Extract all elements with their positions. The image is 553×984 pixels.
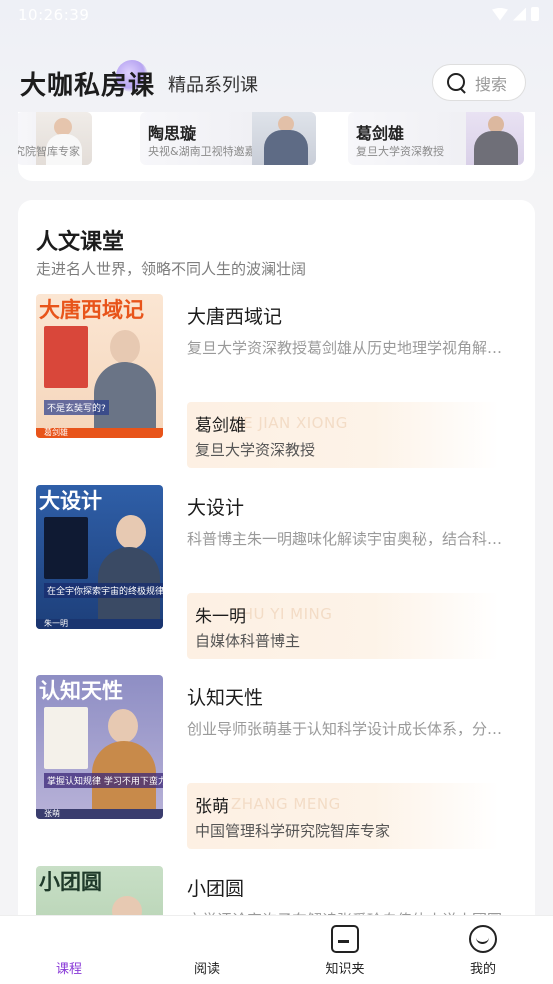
course-title: 认知天性 — [187, 687, 264, 709]
folder-icon — [331, 925, 359, 953]
book-image — [44, 707, 88, 769]
tab-label: 阅读 — [193, 962, 220, 977]
cover-author: 张萌 — [44, 809, 60, 818]
status-bar: 10:26:39 — [0, 0, 553, 32]
teacher-card[interactable]: 葛剑雄 复旦大学资深教授 — [348, 112, 524, 165]
course-description: 创业导师张萌基于认知科学设计成长体系，分享高效学习方法 — [187, 720, 517, 738]
lecturer-title: 自媒体科普博主 — [195, 632, 301, 650]
page-title: 大咖私房课 — [20, 71, 156, 101]
cover-title: 认知天性 — [39, 679, 123, 703]
lecturer-pinyin: ZHU YI MING — [231, 605, 333, 623]
cover-bottom-bar: 张萌 — [36, 809, 163, 819]
course-description: 科普博主朱一明趣味化解读宇宙奥秘，结合科学史讲述大设计 — [187, 530, 517, 548]
course-item[interactable]: 大唐西域记 不是玄奘写的? 葛剑雄 大唐西域记 复旦大学资深教授葛剑雄从历史地理… — [36, 294, 526, 468]
teacher-photo — [466, 112, 524, 165]
wifi-icon — [492, 7, 508, 21]
humanities-section: 人文课堂 走进名人世界，领略不同人生的波澜壮阔 大唐西域记 不是玄奘写的? 葛剑… — [18, 200, 535, 984]
cover-author: 葛剑雄 — [44, 428, 68, 437]
book-image — [44, 326, 88, 388]
lecturer-photo — [108, 709, 138, 743]
teacher-title: 央视&湖南卫视特邀嘉宾 — [148, 145, 267, 158]
lecturer-photo-body — [94, 362, 156, 428]
course-description: 复旦大学资深教授葛剑雄从历史地理学视角解读大唐西域记 — [187, 339, 517, 357]
teacher-carousel[interactable]: 究院智库专家 陶思璇 央视&湖南卫视特邀嘉宾 葛剑雄 复旦大学资深教授 — [18, 112, 535, 181]
cover-title: 大设计 — [39, 489, 102, 513]
book-image — [44, 517, 88, 579]
signal-icon — [513, 7, 526, 21]
teacher-name: 葛剑雄 — [356, 124, 405, 143]
tab-knowledge-folder[interactable]: 知识夹 — [295, 916, 395, 984]
tab-label: 课程 — [55, 962, 82, 977]
cover-tag: 不是玄奘写的? — [44, 400, 109, 415]
header: 大咖私房课 精品系列课 搜索 — [0, 55, 553, 110]
course-cover: 大唐西域记 不是玄奘写的? 葛剑雄 — [36, 294, 163, 438]
search-button[interactable]: 搜索 — [432, 64, 526, 101]
section-title: 人文课堂 — [36, 230, 125, 255]
lecturer-photo — [116, 515, 146, 549]
lecturer-photo — [110, 330, 140, 364]
teacher-title: 复旦大学资深教授 — [356, 145, 444, 158]
lecturer-card: ZHU YI MING 朱一明 自媒体科普博主 — [187, 593, 499, 659]
lecturer-title: 复旦大学资深教授 — [195, 441, 316, 459]
teacher-title: 究院智库专家 — [18, 145, 80, 158]
profile-icon — [469, 925, 497, 953]
search-placeholder: 搜索 — [475, 74, 508, 94]
teacher-photo — [252, 112, 316, 165]
tab-label: 知识夹 — [325, 962, 365, 977]
tab-label: 我的 — [469, 962, 496, 977]
course-cover: 认知天性 掌握认知规律 学习不用下蛮力 张萌 — [36, 675, 163, 819]
course-cover: 大设计 在全宇你探索宇宙的终极规律 朱一明 — [36, 485, 163, 629]
tab-series-courses[interactable]: 精品系列课 — [168, 71, 258, 97]
cover-title: 大唐西域记 — [39, 298, 144, 322]
teacher-name: 陶思璇 — [148, 124, 197, 143]
search-icon — [447, 72, 467, 93]
cover-bottom-bar: 朱一明 — [36, 619, 163, 629]
status-time: 10:26:39 — [18, 6, 90, 24]
section-subtitle: 走进名人世界，领略不同人生的波澜壮阔 — [36, 260, 307, 278]
course-item[interactable]: 大设计 在全宇你探索宇宙的终极规律 朱一明 大设计 科普博主朱一明趣味化解读宇宙… — [36, 485, 526, 659]
course-title: 小团圆 — [187, 878, 245, 900]
battery-icon — [531, 7, 539, 21]
lecturer-name: 张萌 — [195, 797, 229, 817]
cover-bottom-bar: 葛剑雄 — [36, 428, 163, 438]
teacher-card[interactable]: 究院智库专家 — [18, 112, 92, 165]
lecturer-name: 葛剑雄 — [195, 416, 246, 436]
lecturer-title: 中国管理科学研究院智库专家 — [195, 822, 391, 840]
bottom-tab-bar: 课程 阅读 知识夹 我的 — [0, 915, 553, 984]
lecturer-pinyin: GE JIAN XIONG — [231, 414, 348, 432]
tab-courses[interactable]: 课程 — [19, 916, 119, 984]
cover-tag: 掌握认知规律 学习不用下蛮力 — [44, 773, 163, 788]
cover-title: 小团圆 — [39, 870, 102, 894]
lecturer-pinyin: ZHANG MENG — [231, 795, 341, 813]
status-icons — [492, 7, 539, 21]
tab-reading[interactable]: 阅读 — [157, 916, 257, 984]
course-title: 大唐西域记 — [187, 306, 283, 328]
teacher-card[interactable]: 陶思璇 央视&湖南卫视特邀嘉宾 — [140, 112, 316, 165]
course-title: 大设计 — [187, 497, 245, 519]
lecturer-name: 朱一明 — [195, 607, 246, 627]
lecturer-card: ZHANG MENG 张萌 中国管理科学研究院智库专家 — [187, 783, 499, 849]
lecturer-card: GE JIAN XIONG 葛剑雄 复旦大学资深教授 — [187, 402, 499, 468]
tab-mine[interactable]: 我的 — [433, 916, 533, 984]
cover-author: 朱一明 — [44, 619, 68, 628]
course-item[interactable]: 认知天性 掌握认知规律 学习不用下蛮力 张萌 认知天性 创业导师张萌基于认知科学… — [36, 675, 526, 849]
cover-tag: 在全宇你探索宇宙的终极规律 — [44, 583, 163, 598]
